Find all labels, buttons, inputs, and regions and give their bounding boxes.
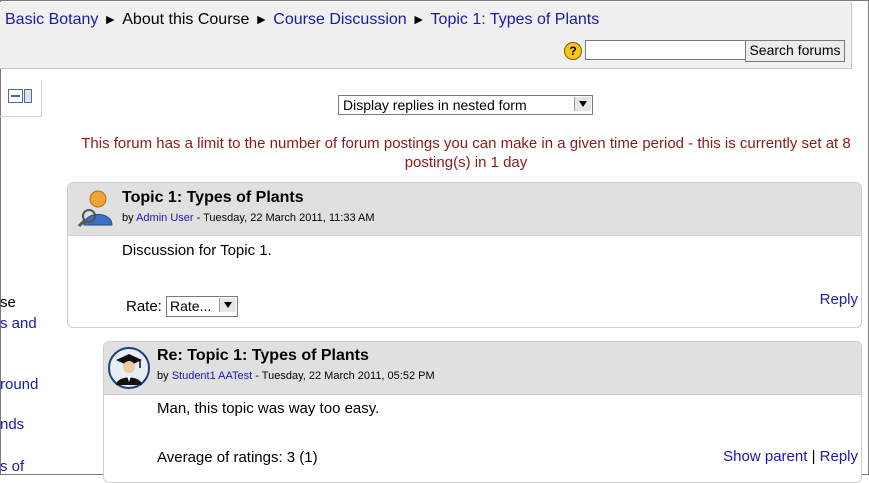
left-sidebar: se s and round nds s of — [0, 80, 42, 475]
breadcrumb-topic-1[interactable]: Topic 1: Types of Plants — [431, 11, 600, 28]
show-parent-link[interactable]: Show parent — [723, 448, 807, 465]
post-by-label: by — [157, 370, 169, 382]
rate-select-value: Rate... — [170, 298, 212, 314]
post-message: Man, this topic was way too easy. — [157, 400, 380, 417]
block-dock-icon[interactable] — [8, 89, 32, 103]
post-message: Discussion for Topic 1. — [122, 242, 272, 259]
breadcrumb-separator: ► — [103, 11, 118, 27]
post-subject: Topic 1: Types of Plants — [122, 189, 304, 206]
breadcrumb-separator: ► — [254, 11, 269, 27]
breadcrumb-course-discussion[interactable]: Course Discussion — [273, 11, 406, 28]
display-mode-value: Display replies in nested form — [343, 97, 527, 113]
command-separator: | — [811, 448, 816, 465]
sidebar-link-fragment[interactable]: nds — [0, 416, 24, 433]
dropdown-arrow-icon[interactable] — [574, 97, 591, 111]
search-input[interactable] — [585, 40, 747, 60]
display-mode-select[interactable]: Display replies in nested form — [338, 95, 593, 115]
rating-row: Rate: Rate... — [126, 296, 246, 317]
post-subject: Re: Topic 1: Types of Plants — [157, 347, 369, 364]
help-icon[interactable]: ? — [564, 42, 582, 60]
forum-limit-notice: This forum has a limit to the number of … — [81, 135, 851, 171]
sidebar-link-fragment[interactable]: round — [0, 376, 38, 393]
breadcrumb-separator: ► — [411, 11, 426, 27]
sidebar-link-fragment[interactable]: s and — [0, 315, 37, 332]
post-author-link[interactable]: Student1 AATest — [172, 370, 253, 382]
breadcrumb: Basic Botany ► About this Course ► Course Di… — [5, 11, 599, 29]
rate-select[interactable]: Rate... — [166, 296, 238, 317]
sidebar-text-fragment: se — [0, 294, 16, 311]
post-byline: by Student1 AATest - Tuesday, 22 March 2… — [157, 370, 435, 382]
reply-link[interactable]: Reply — [820, 448, 858, 465]
post-byline: by Admin User - Tuesday, 22 March 2011, … — [122, 212, 375, 224]
post-date: - Tuesday, 22 March 2011, 11:33 AM — [193, 212, 375, 224]
reply-link[interactable]: Reply — [820, 291, 858, 308]
breadcrumb-about-course: About this Course — [122, 11, 250, 28]
forum-post: Topic 1: Types of Plants by Admin User -… — [67, 182, 862, 328]
rate-label: Rate: — [126, 298, 162, 315]
post-commands: Show parent | Reply — [723, 448, 858, 465]
average-rating-text: Average of ratings: 3 (1) — [157, 449, 318, 466]
post-author-link[interactable]: Admin User — [136, 212, 193, 224]
sidebar-link-fragment[interactable]: s of — [0, 458, 24, 475]
post-by-label: by — [122, 212, 134, 224]
breadcrumb-basic-botany[interactable]: Basic Botany — [5, 11, 98, 28]
search-forums-button[interactable]: Search forums — [745, 40, 845, 62]
forum-post-reply: Re: Topic 1: Types of Plants by Student1… — [103, 341, 862, 483]
admin-avatar-icon[interactable] — [76, 187, 116, 227]
student-avatar-icon[interactable] — [108, 347, 150, 389]
left-block-header — [0, 80, 42, 117]
post-date: - Tuesday, 22 March 2011, 05:52 PM — [252, 370, 435, 382]
dropdown-arrow-icon[interactable] — [219, 298, 236, 312]
